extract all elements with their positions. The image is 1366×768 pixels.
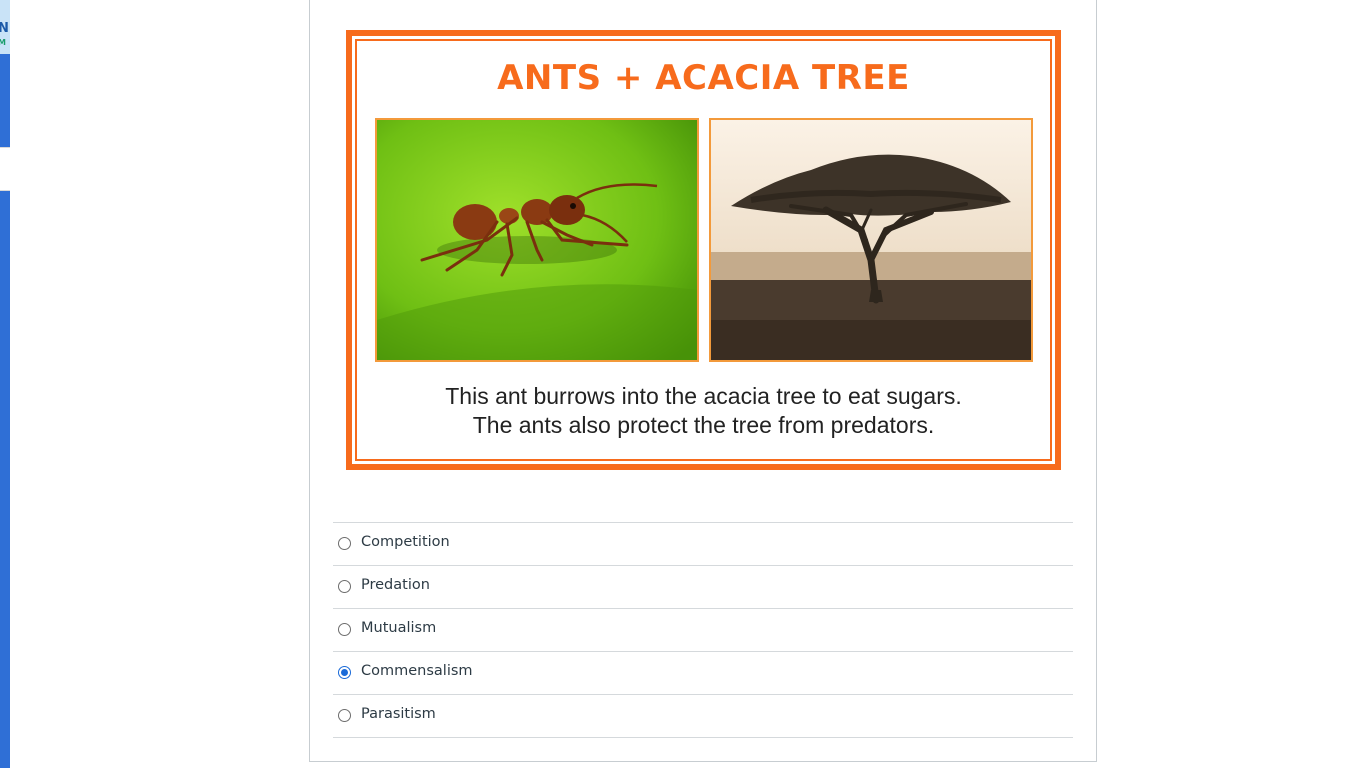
left-sidebar-strip: N M: [0, 0, 10, 768]
logo-fragment: N M: [0, 0, 10, 54]
question-image: ANTS + ACACIA TREE This ant burrows into…: [346, 30, 1061, 470]
answer-option-predation[interactable]: Predation: [333, 566, 1073, 609]
sidebar-tab[interactable]: [0, 147, 10, 191]
radio-button[interactable]: [338, 537, 351, 550]
answer-option-mutualism[interactable]: Mutualism: [333, 609, 1073, 652]
answer-option-parasitism[interactable]: Parasitism: [333, 695, 1073, 738]
answer-label[interactable]: Parasitism: [361, 706, 436, 722]
caption-line-2: The ants also protect the tree from pred…: [472, 412, 935, 438]
ant-photo: [375, 118, 699, 362]
radio-button[interactable]: [338, 623, 351, 636]
image-caption: This ant burrows into the acacia tree to…: [352, 382, 1055, 440]
answer-label[interactable]: Commensalism: [361, 663, 473, 679]
answer-list: Competition Predation Mutualism Commensa…: [333, 522, 1073, 738]
acacia-tree-photo: [709, 118, 1033, 362]
radio-button[interactable]: [338, 709, 351, 722]
answer-option-competition[interactable]: Competition: [333, 523, 1073, 566]
radio-button[interactable]: [338, 666, 351, 679]
answer-label[interactable]: Mutualism: [361, 620, 436, 636]
answer-label[interactable]: Competition: [361, 534, 450, 550]
image-title: ANTS + ACACIA TREE: [497, 58, 910, 98]
caption-line-1: This ant burrows into the acacia tree to…: [445, 383, 962, 409]
radio-button[interactable]: [338, 580, 351, 593]
answer-option-commensalism[interactable]: Commensalism: [333, 652, 1073, 695]
answer-label[interactable]: Predation: [361, 577, 430, 593]
